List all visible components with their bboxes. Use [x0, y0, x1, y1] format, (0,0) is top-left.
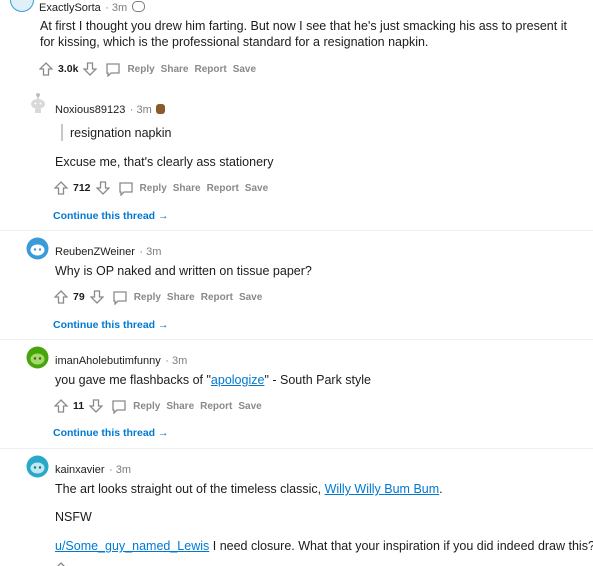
comment-body: Excuse me, that's clearly ass stationery [55, 155, 274, 169]
vote-count: 712 [73, 182, 91, 194]
share-button[interactable]: Share [161, 64, 189, 75]
reply-button[interactable]: Reply [133, 401, 160, 412]
upvote-icon[interactable] [39, 62, 53, 76]
comment-actions: 11 Reply Share Report Save [54, 398, 262, 414]
reply-icon[interactable] [111, 399, 127, 414]
comment-text: I need closure. What that your inspirati… [209, 539, 593, 553]
comment-body-line: u/Some_guy_named_Lewis I need closure. W… [55, 538, 593, 554]
continue-thread-link[interactable]: Continue this thread → [53, 319, 169, 331]
save-button[interactable]: Save [239, 292, 262, 303]
report-button[interactable]: Report [201, 292, 233, 303]
user-mention-link[interactable]: u/Some_guy_named_Lewis [55, 539, 209, 553]
save-button[interactable]: Save [245, 183, 268, 194]
comment-body: The art looks straight out of the timele… [55, 481, 443, 497]
username[interactable]: Noxious89123 [55, 104, 125, 116]
upvote-icon[interactable] [54, 562, 68, 566]
avatar[interactable] [26, 237, 49, 260]
vote-count: 3.0k [58, 63, 79, 75]
reply-button[interactable]: Reply [127, 64, 154, 75]
comment-text: " - South Park style [264, 373, 371, 387]
timestamp: · 3m [105, 2, 128, 14]
username[interactable]: kainxavier [55, 464, 105, 476]
reply-icon[interactable] [118, 181, 134, 196]
upvote-icon[interactable] [54, 399, 68, 413]
comment-body-line: NSFW [55, 510, 92, 524]
comment-link[interactable]: Willy Willy Bum Bum [325, 482, 440, 496]
comment-header: kainxavier · 3m [55, 460, 131, 478]
report-button[interactable]: Report [194, 64, 226, 75]
snoo-icon [26, 237, 49, 260]
username[interactable]: imanAholebutimfunny [55, 355, 161, 367]
reply-icon[interactable] [112, 290, 128, 305]
upvote-icon[interactable] [54, 290, 68, 304]
downvote-icon[interactable] [89, 290, 104, 304]
timestamp: · 3m [129, 104, 152, 116]
share-button[interactable]: Share [167, 292, 195, 303]
avatar[interactable] [10, 0, 34, 12]
snoo-icon [26, 346, 49, 369]
snoo-icon [31, 93, 45, 113]
share-button[interactable]: Share [166, 401, 194, 412]
timestamp: · 3m [165, 355, 188, 367]
timestamp: · 3m [139, 246, 162, 258]
comment-header: Noxious89123 · 3m [55, 100, 166, 118]
award-icon [156, 103, 166, 114]
comment-header: ExactlySorta · 3m [39, 0, 145, 16]
save-button[interactable]: Save [238, 401, 261, 412]
avatar[interactable] [27, 92, 49, 114]
reply-button[interactable]: Reply [134, 292, 161, 303]
downvote-icon[interactable] [83, 62, 98, 76]
comment-body: you gave me flashbacks of "apologize" - … [55, 372, 371, 388]
continue-thread-link[interactable]: Continue this thread → [53, 210, 169, 222]
downvote-icon[interactable] [95, 181, 110, 195]
upvote-icon[interactable] [54, 181, 68, 195]
username[interactable]: ReubenZWeiner [55, 246, 135, 258]
report-button[interactable]: Report [207, 183, 239, 194]
comment-body: At first I thought you drew him farting.… [40, 19, 567, 49]
comment-header: ReubenZWeiner · 3m [55, 242, 161, 260]
avatar[interactable] [26, 455, 49, 478]
username[interactable]: ExactlySorta [39, 2, 101, 14]
downvote-icon[interactable] [89, 399, 104, 413]
comment-text: you gave me flashbacks of " [55, 373, 211, 387]
snoo-icon [26, 455, 49, 478]
share-button[interactable]: Share [173, 183, 201, 194]
vote-count: 79 [73, 291, 85, 303]
vote-count: 11 [73, 400, 85, 412]
avatar[interactable] [26, 346, 49, 369]
comment-actions: 79 Reply Share Report Save [54, 289, 262, 305]
divider [0, 448, 593, 449]
divider [0, 339, 593, 340]
comment-actions: 3.0k Reply Share Report Save [39, 61, 256, 77]
comment-text: . [439, 482, 443, 496]
save-button[interactable]: Save [233, 64, 256, 75]
comment-link[interactable]: apologize [211, 373, 265, 387]
comment-body: Why is OP naked and written on tissue pa… [55, 264, 312, 278]
reply-icon[interactable] [105, 62, 121, 77]
comment-actions: 712 Reply Share Report Save [54, 180, 268, 196]
quote-text: resignation napkin [70, 126, 172, 140]
continue-thread-link[interactable]: Continue this thread → [53, 427, 169, 439]
comment-actions [54, 562, 254, 566]
divider [0, 230, 593, 231]
award-icon [131, 1, 145, 13]
reply-button[interactable]: Reply [140, 183, 167, 194]
quote-bar [61, 124, 63, 141]
comment-header: imanAholebutimfunny · 3m [55, 351, 187, 369]
comment-text: The art looks straight out of the timele… [55, 482, 325, 496]
report-button[interactable]: Report [200, 401, 232, 412]
timestamp: · 3m [108, 464, 131, 476]
